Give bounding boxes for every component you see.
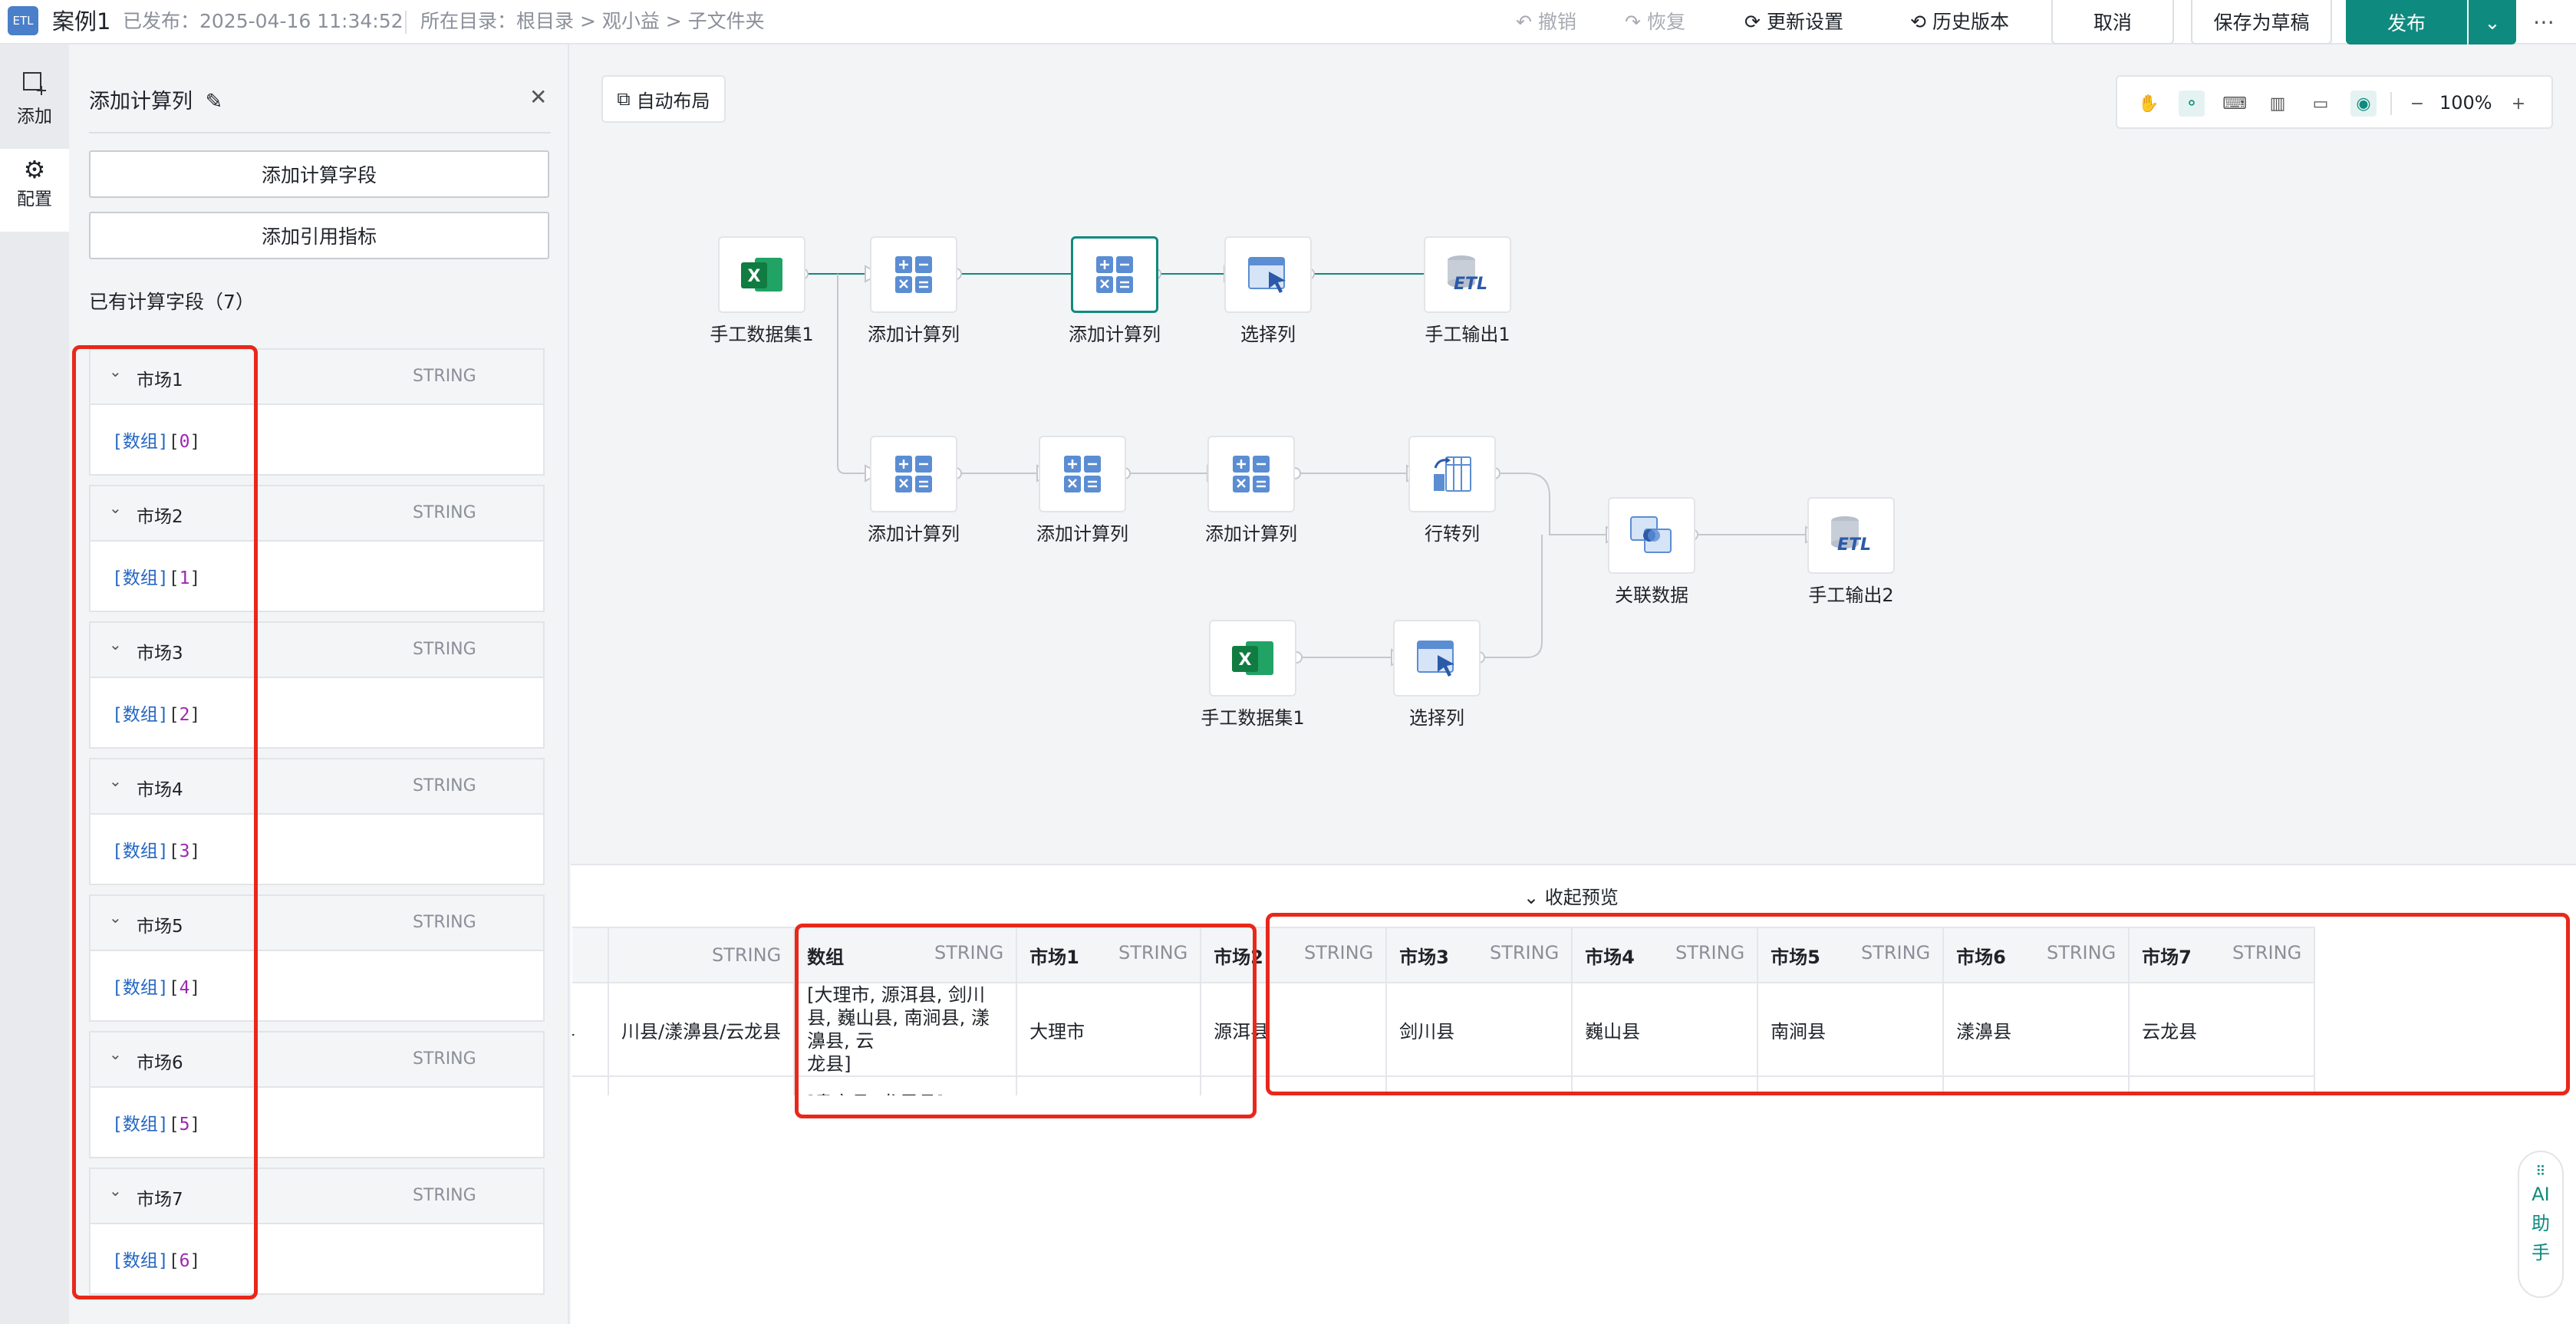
row-number: 2 <box>572 1075 609 1095</box>
etl-icon: ETL <box>1444 254 1491 295</box>
select-column-node[interactable] <box>1224 236 1312 313</box>
node-label: 添加计算列 <box>868 523 960 545</box>
calc-icon <box>1231 454 1271 494</box>
highlight-box <box>1266 913 2570 1095</box>
join-icon <box>1629 515 1674 555</box>
pivot-icon <box>1431 454 1474 494</box>
calc-icon <box>1062 454 1102 494</box>
node-label: 手工输出2 <box>1808 585 1894 606</box>
node-label: 行转列 <box>1425 523 1480 545</box>
dataset-node[interactable]: X <box>718 236 805 313</box>
join-data-node[interactable] <box>1608 497 1695 574</box>
calc-column-node[interactable] <box>1039 436 1126 512</box>
node-label: 关联数据 <box>1615 585 1688 606</box>
table-cell <box>607 1075 796 1095</box>
node-label: 选择列 <box>1240 324 1296 345</box>
node-label: 添加计算列 <box>868 324 960 345</box>
column-header[interactable]: STRING <box>607 927 796 983</box>
svg-text:ETL: ETL <box>1454 275 1487 294</box>
grid-icon: ⠿ <box>2535 1164 2546 1180</box>
calc-column-node[interactable] <box>870 236 957 313</box>
calc-column-node[interactable] <box>870 436 957 512</box>
node-label: 手工数据集1 <box>1201 707 1305 729</box>
calc-icon <box>1095 255 1135 295</box>
node-label: 选择列 <box>1409 707 1464 729</box>
field-type: STRING <box>413 913 476 932</box>
field-type: STRING <box>413 1186 476 1205</box>
select-icon <box>1416 638 1458 678</box>
calc-icon <box>894 255 934 295</box>
calc-icon <box>894 454 934 494</box>
svg-text:ETL: ETL <box>1837 535 1871 555</box>
edge <box>837 274 867 474</box>
etl-icon: ETL <box>1828 515 1874 556</box>
dataset-node[interactable]: X <box>1209 620 1296 697</box>
collapse-preview-button[interactable]: ⌄ 收起预览 <box>1524 882 1619 909</box>
excel-icon: X <box>738 253 786 296</box>
calc-column-node[interactable] <box>1071 236 1158 313</box>
row-number-header <box>572 927 609 983</box>
select-column-node[interactable] <box>1393 620 1481 697</box>
ai-assistant-button[interactable]: ⠿ AI 助 手 <box>2518 1151 2564 1298</box>
highlight-box <box>795 924 1257 1118</box>
table-cell: 川县/漾濞县/云龙县 <box>607 982 796 1077</box>
select-icon <box>1247 255 1289 295</box>
chevron-down-icon: ⌄ <box>1524 887 1540 908</box>
node-label: 手工输出1 <box>1425 324 1510 345</box>
output-node[interactable]: ETL <box>1424 236 1511 313</box>
node-label: 添加计算列 <box>1036 523 1128 545</box>
svg-text:X: X <box>748 267 761 286</box>
excel-icon: X <box>1229 637 1276 680</box>
calc-column-node[interactable] <box>1207 436 1295 512</box>
field-type: STRING <box>413 1049 476 1069</box>
flow-edges <box>796 265 1822 667</box>
output-node[interactable]: ETL <box>1807 497 1895 574</box>
svg-text:X: X <box>1239 650 1252 670</box>
edge <box>1479 535 1543 658</box>
row-to-column-node[interactable] <box>1408 436 1496 512</box>
row-number: 1 <box>572 982 609 1077</box>
node-label: 添加计算列 <box>1205 523 1297 545</box>
